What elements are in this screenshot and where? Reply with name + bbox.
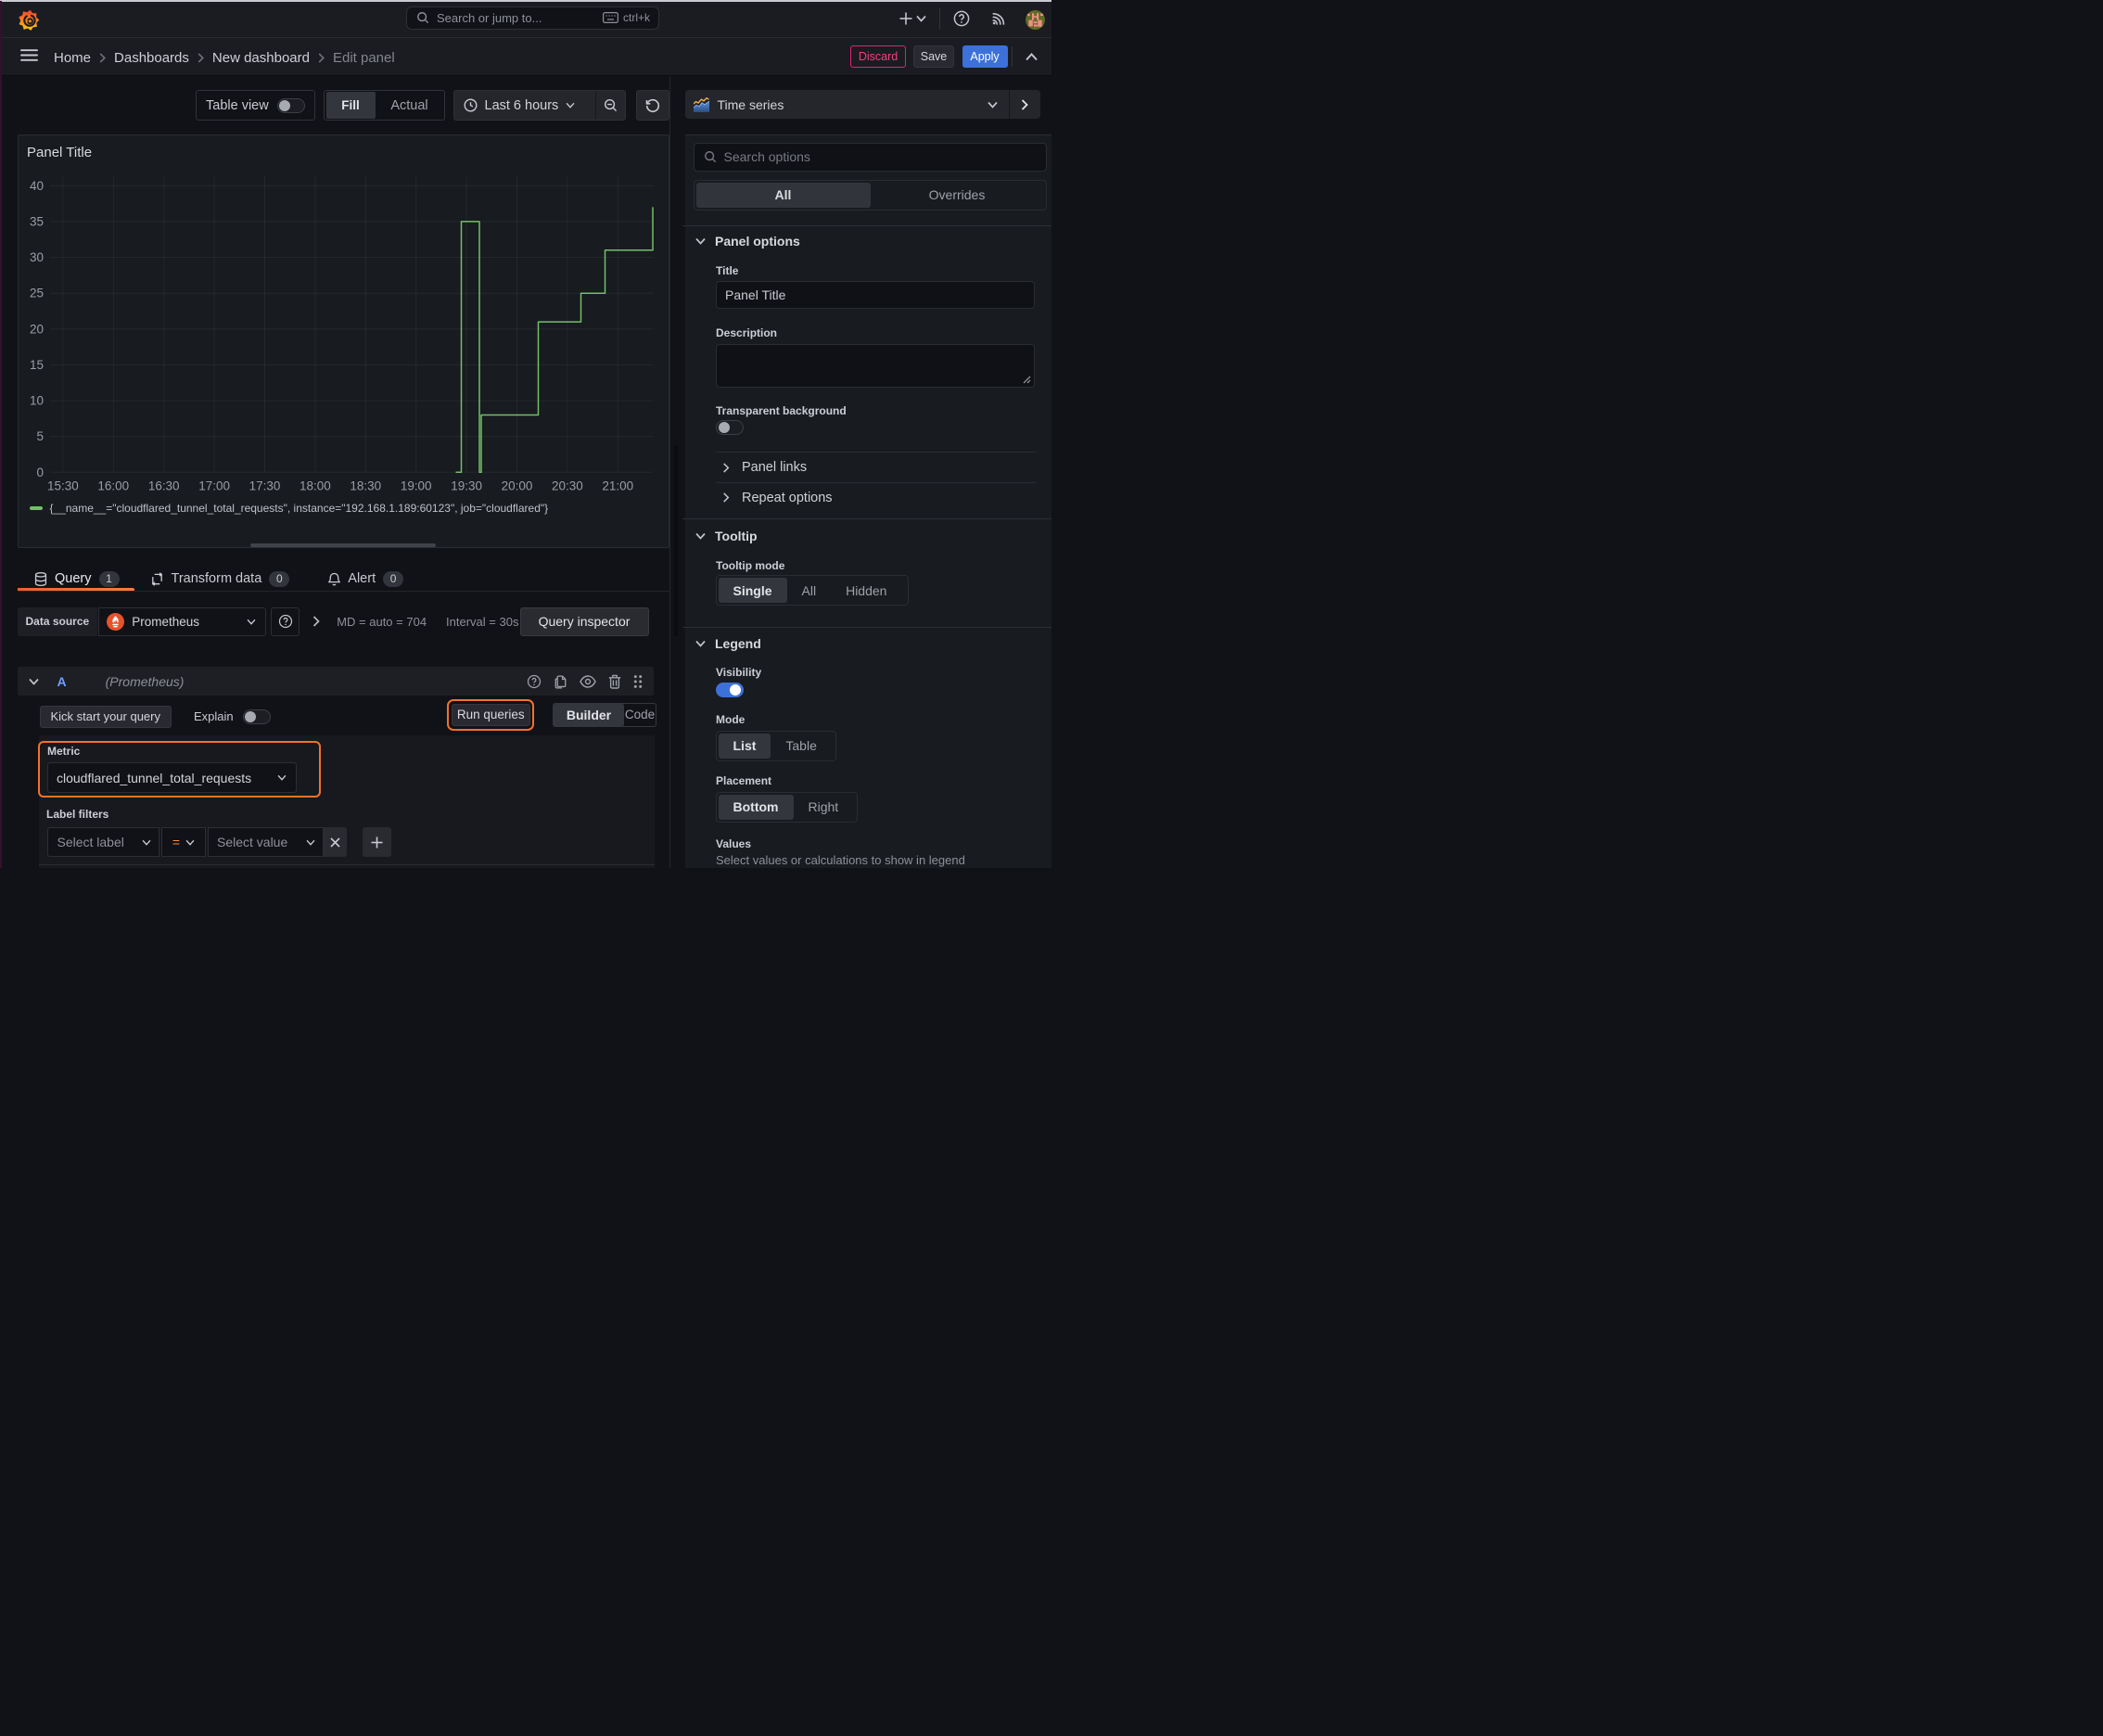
svg-text:19:30: 19:30	[451, 479, 482, 492]
svg-text:19:00: 19:00	[400, 479, 431, 492]
svg-text:17:30: 17:30	[249, 479, 280, 492]
svg-text:30: 30	[30, 250, 44, 264]
svg-text:0: 0	[36, 466, 44, 479]
svg-text:18:00: 18:00	[300, 479, 331, 492]
svg-text:40: 40	[30, 179, 44, 193]
svg-text:20:00: 20:00	[501, 479, 532, 492]
svg-text:35: 35	[30, 215, 44, 229]
svg-text:15: 15	[30, 358, 44, 372]
svg-text:18:30: 18:30	[350, 479, 381, 492]
svg-text:16:00: 16:00	[97, 479, 129, 492]
svg-text:20: 20	[30, 322, 44, 336]
svg-text:16:30: 16:30	[147, 479, 179, 492]
svg-text:17:00: 17:00	[198, 479, 230, 492]
svg-text:21:00: 21:00	[602, 479, 633, 492]
svg-text:10: 10	[30, 394, 44, 408]
svg-text:20:30: 20:30	[552, 479, 583, 492]
svg-text:15:30: 15:30	[47, 479, 79, 492]
svg-text:25: 25	[30, 287, 44, 300]
svg-text:5: 5	[36, 429, 44, 443]
